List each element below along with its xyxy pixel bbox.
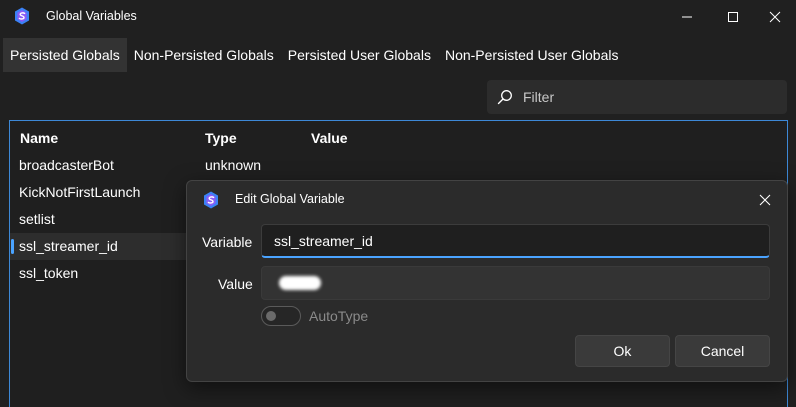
dialog-title: Edit Global Variable: [235, 192, 345, 206]
variable-input[interactable]: [261, 224, 770, 258]
tab-persisted-user-globals[interactable]: Persisted User Globals: [281, 38, 438, 72]
value-input[interactable]: [261, 266, 770, 300]
tab-persisted-globals[interactable]: Persisted Globals: [3, 38, 127, 72]
autotype-label: AutoType: [309, 308, 369, 324]
column-header-value[interactable]: Value: [311, 130, 348, 146]
edit-global-variable-dialog: Edit Global Variable Variable Value Auto…: [186, 180, 788, 382]
maximize-button[interactable]: [710, 0, 756, 33]
cell-name: broadcasterBot: [19, 157, 114, 173]
dialog-close-button[interactable]: [753, 188, 777, 212]
filter-input[interactable]: [523, 89, 773, 105]
app-logo-icon: [15, 7, 29, 25]
title-bar[interactable]: Global Variables: [0, 0, 796, 33]
value-label: Value: [218, 276, 253, 292]
search-icon: [497, 90, 512, 105]
cell-type: unknown: [205, 157, 262, 173]
ok-button[interactable]: Ok: [575, 335, 670, 367]
close-icon: [769, 11, 781, 22]
table-header: Name Type Value: [10, 121, 787, 153]
autotype-toggle[interactable]: [261, 306, 301, 326]
close-icon: [759, 194, 771, 206]
global-variables-window: Global Variables Persisted Globals Non-P…: [0, 0, 796, 407]
close-button[interactable]: [752, 0, 796, 33]
cell-name: KickNotFirstLaunch: [19, 184, 141, 200]
toggle-knob: [266, 311, 276, 321]
cell-name: ssl_streamer_id: [19, 238, 118, 254]
tab-bar: Persisted Globals Non-Persisted Globals …: [3, 38, 625, 72]
tab-non-persisted-user-globals[interactable]: Non-Persisted User Globals: [438, 38, 626, 72]
maximize-icon: [728, 11, 738, 22]
cancel-button[interactable]: Cancel: [675, 335, 770, 367]
tab-non-persisted-globals[interactable]: Non-Persisted Globals: [127, 38, 281, 72]
app-logo-icon: [204, 191, 218, 209]
column-header-type[interactable]: Type: [205, 130, 237, 146]
redacted-value: [279, 276, 321, 290]
cell-name: setlist: [19, 211, 55, 227]
variable-label: Variable: [202, 234, 253, 250]
cell-name: ssl_token: [19, 265, 79, 281]
table-row[interactable]: broadcasterBot unknown: [10, 152, 787, 179]
minimize-icon: [682, 16, 692, 17]
filter-box[interactable]: [487, 80, 787, 114]
column-header-name[interactable]: Name: [20, 130, 58, 146]
minimize-button[interactable]: [664, 0, 710, 33]
window-title: Global Variables: [46, 9, 137, 23]
